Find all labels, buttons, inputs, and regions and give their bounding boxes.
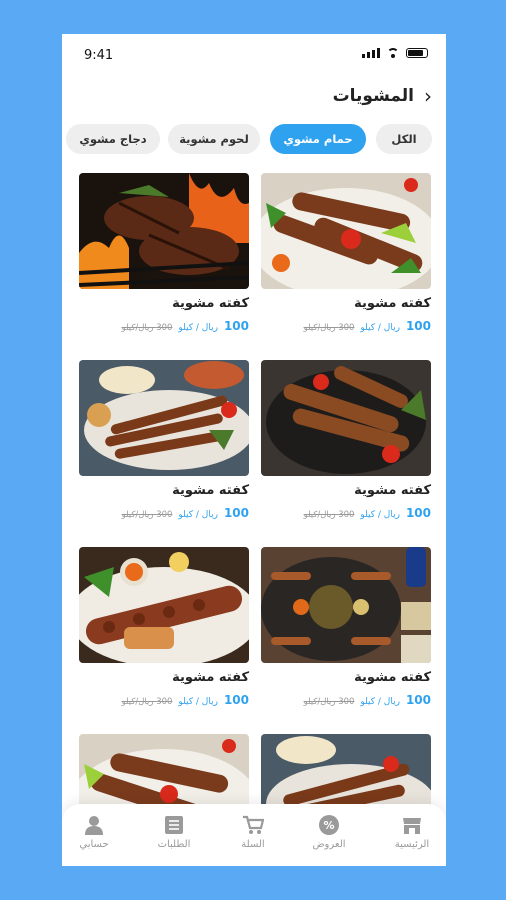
price-row: 100 ريال / كيلو 300 ريال/كيلو bbox=[122, 506, 249, 520]
status-bar: 9:41 bbox=[62, 34, 446, 78]
product-unit: ريال / كيلو bbox=[360, 323, 400, 333]
product-price: 100 bbox=[223, 693, 249, 707]
product-old-price: 300 ريال/كيلو bbox=[303, 510, 355, 520]
nav-account[interactable]: حسابي bbox=[64, 814, 124, 850]
nav-orders[interactable]: الطلبات bbox=[144, 814, 204, 850]
phone-screen: 9:41 ‹ المشويات الكل حمام مشوي لحوم مشوي… bbox=[62, 34, 446, 866]
svg-text:%: % bbox=[323, 819, 334, 832]
product-unit: ريال / كيلو bbox=[360, 697, 400, 707]
nav-cart[interactable]: السلة bbox=[223, 814, 283, 850]
product-image bbox=[79, 547, 249, 663]
product-card[interactable]: كفته مشوية 100 ريال / كيلو 300 ريال/كيلو bbox=[261, 173, 431, 333]
orders-icon bbox=[163, 814, 185, 836]
product-old-price: 300 ريال/كيلو bbox=[121, 510, 173, 520]
chevron-left-icon[interactable]: ‹ bbox=[424, 86, 432, 106]
status-time: 9:41 bbox=[84, 48, 114, 63]
price-row: 100 ريال / كيلو 300 ريال/كيلو bbox=[304, 693, 431, 707]
product-price: 100 bbox=[405, 506, 431, 520]
price-row: 100 ريال / كيلو 300 ريال/كيلو bbox=[122, 693, 249, 707]
product-old-price: 300 ريال/كيلو bbox=[303, 697, 355, 707]
chip-grilled-chicken[interactable]: دجاج مشوي bbox=[66, 124, 160, 154]
product-old-price: 300 ريال/كيلو bbox=[121, 323, 173, 333]
chip-grilled-meat[interactable]: لحوم مشوية bbox=[168, 124, 260, 154]
product-unit: ريال / كيلو bbox=[178, 697, 218, 707]
product-card[interactable]: كفته مشوية 100 ريال / كيلو 300 ريال/كيلو bbox=[79, 173, 249, 333]
bottom-nav: الرئيسية % العروض السلة الطلبات حسابي bbox=[62, 804, 446, 866]
page-header: ‹ المشويات bbox=[333, 86, 432, 106]
nav-label: العروض bbox=[312, 839, 346, 850]
product-price: 100 bbox=[405, 319, 431, 333]
filter-chips: الكل حمام مشوي لحوم مشوية دجاج مشوي bbox=[62, 124, 446, 154]
product-old-price: 300 ريال/كيلو bbox=[121, 697, 173, 707]
nav-label: الرئيسية bbox=[394, 839, 430, 850]
battery-icon bbox=[406, 48, 428, 58]
product-price: 100 bbox=[223, 506, 249, 520]
nav-label: الطلبات bbox=[157, 839, 191, 850]
product-unit: ريال / كيلو bbox=[360, 510, 400, 520]
product-name: كفته مشوية bbox=[172, 296, 249, 311]
status-icons bbox=[362, 48, 428, 58]
product-name: كفته مشوية bbox=[354, 483, 431, 498]
product-unit: ريال / كيلو bbox=[178, 510, 218, 520]
product-image bbox=[79, 173, 249, 289]
chip-grilled-pigeon[interactable]: حمام مشوي bbox=[270, 124, 366, 154]
signal-icon bbox=[362, 48, 380, 58]
price-row: 100 ريال / كيلو 300 ريال/كيلو bbox=[304, 319, 431, 333]
product-image bbox=[261, 360, 431, 476]
price-row: 100 ريال / كيلو 300 ريال/كيلو bbox=[304, 506, 431, 520]
product-name: كفته مشوية bbox=[172, 670, 249, 685]
page-title: المشويات bbox=[332, 86, 414, 106]
product-card[interactable]: كفته مشوية 100 ريال / كيلو 300 ريال/كيلو bbox=[261, 547, 431, 707]
cart-icon bbox=[242, 814, 265, 836]
product-name: كفته مشوية bbox=[354, 296, 431, 311]
product-price: 100 bbox=[405, 693, 431, 707]
product-card[interactable]: كفته مشوية 100 ريال / كيلو 300 ريال/كيلو bbox=[79, 547, 249, 707]
wifi-icon bbox=[386, 48, 400, 58]
product-price: 100 bbox=[223, 319, 249, 333]
product-name: كفته مشوية bbox=[172, 483, 249, 498]
chip-all[interactable]: الكل bbox=[376, 124, 432, 154]
product-unit: ريال / كيلو bbox=[178, 323, 218, 333]
price-row: 100 ريال / كيلو 300 ريال/كيلو bbox=[122, 319, 249, 333]
nav-label: السلة bbox=[241, 839, 265, 850]
product-image bbox=[79, 360, 249, 476]
product-name: كفته مشوية bbox=[354, 670, 431, 685]
product-card[interactable]: كفته مشوية 100 ريال / كيلو 300 ريال/كيلو bbox=[261, 360, 431, 520]
nav-label: حسابي bbox=[79, 839, 109, 850]
nav-offers[interactable]: % العروض bbox=[299, 814, 359, 850]
user-icon bbox=[83, 814, 105, 836]
product-card[interactable]: كفته مشوية 100 ريال / كيلو 300 ريال/كيلو bbox=[79, 360, 249, 520]
product-image bbox=[261, 547, 431, 663]
percent-icon: % bbox=[318, 814, 340, 836]
product-old-price: 300 ريال/كيلو bbox=[303, 323, 355, 333]
store-icon bbox=[401, 814, 423, 836]
product-image bbox=[261, 173, 431, 289]
nav-home[interactable]: الرئيسية bbox=[382, 814, 442, 850]
